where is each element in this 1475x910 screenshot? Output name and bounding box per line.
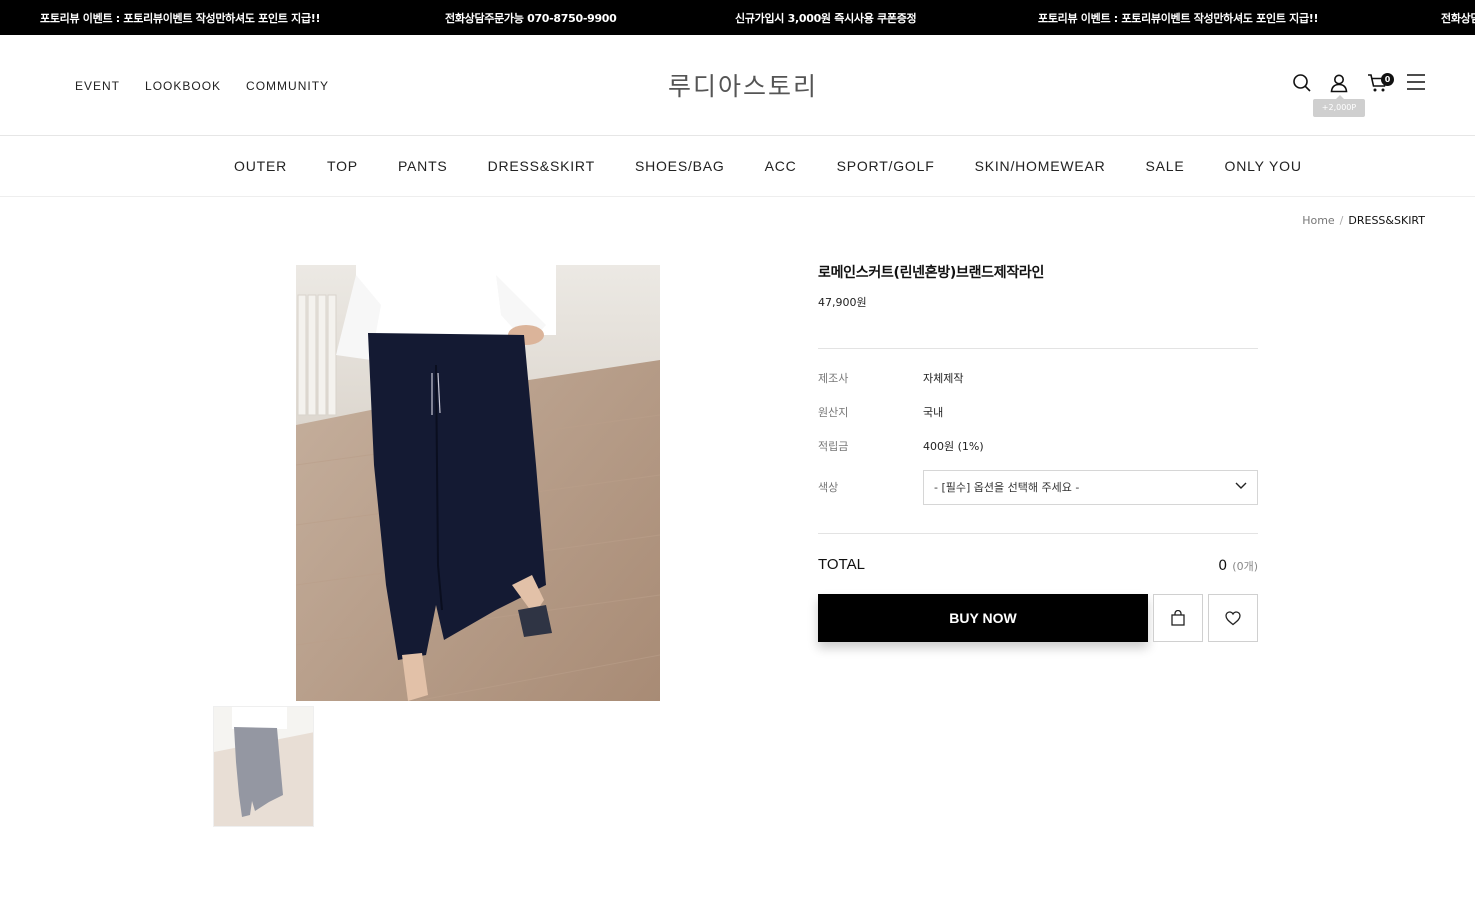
spec-label: 원산지 [818, 406, 849, 419]
nav-item-pants[interactable]: PANTS [398, 158, 448, 174]
divider [818, 348, 1258, 349]
total-label: TOTAL [818, 555, 865, 573]
spec-value: 400원 (1%) [923, 440, 984, 453]
breadcrumb-separator: / [1339, 214, 1344, 227]
spec-value: 자체제작 [923, 372, 964, 385]
menu-icon[interactable] [1406, 73, 1426, 91]
total-count: (0개) [1232, 559, 1258, 573]
nav-item-shoes-bag[interactable]: SHOES/BAG [635, 158, 725, 174]
user-icon[interactable] [1329, 73, 1349, 93]
announcement-item[interactable]: 전화상담주문가능 070-8750-9900 [445, 10, 617, 26]
wishlist-button[interactable] [1208, 594, 1258, 642]
nav-item-acc[interactable]: ACC [765, 158, 797, 174]
spec-label: 제조사 [818, 372, 849, 385]
product-info: 로메인스커트(린넨혼방)브랜드제작라인 47,900원 제조사 자체제작 원산지… [818, 262, 1258, 642]
category-nav: OUTER TOP PANTS DRESS&SKIRT SHOES/BAG AC… [0, 136, 1475, 197]
nav-item-only-you[interactable]: ONLY YOU [1225, 158, 1302, 174]
add-to-cart-button[interactable] [1153, 594, 1203, 642]
announcement-item[interactable]: 전화상담 [1441, 10, 1475, 26]
nav-item-dress-skirt[interactable]: DRESS&SKIRT [488, 158, 595, 174]
nav-item-outer[interactable]: OUTER [234, 158, 287, 174]
announcement-item[interactable]: 신규가입시 3,000원 즉시사용 쿠폰증정 [735, 10, 917, 26]
nav-item-top[interactable]: TOP [327, 158, 358, 174]
spec-value: 국내 [923, 406, 944, 419]
breadcrumb: Home / DRESS&SKIRT [1302, 214, 1425, 227]
announcement-item[interactable]: 포토리뷰 이벤트 : 포토리뷰이벤트 작성만하셔도 포인트 지급!! [40, 10, 321, 26]
top-link-community[interactable]: COMMUNITY [246, 79, 329, 93]
product-name: 로메인스커트(린넨혼방)브랜드제작라인 [818, 265, 1045, 281]
breadcrumb-home[interactable]: Home [1302, 214, 1334, 227]
product-thumbnail[interactable] [213, 706, 314, 827]
breadcrumb-current[interactable]: DRESS&SKIRT [1348, 214, 1425, 227]
nav-item-sport-golf[interactable]: SPORT/GOLF [837, 158, 935, 174]
spec-row-manufacturer: 제조사 자체제작 [818, 361, 1258, 395]
color-option-select[interactable]: - [필수] 옵션을 선택해 주세요 - [923, 469, 1258, 505]
product-main-image[interactable] [296, 265, 660, 701]
site-logo[interactable]: 루디아스토리 [668, 67, 818, 103]
heart-icon [1225, 610, 1241, 625]
search-icon[interactable] [1292, 73, 1312, 93]
top-link-lookbook[interactable]: LOOKBOOK [145, 79, 221, 93]
nav-item-skin-homewear[interactable]: SKIN/HOMEWEAR [975, 158, 1106, 174]
top-links: EVENT LOOKBOOK COMMUNITY [75, 79, 329, 93]
cart-count-badge: 0 [1381, 73, 1394, 86]
shopping-bag-icon [1171, 610, 1185, 626]
product-price: 47,900원 [818, 296, 867, 309]
option-label: 색상 [818, 481, 839, 494]
chevron-down-icon [1235, 482, 1247, 489]
total-amount: 0 [1218, 557, 1228, 574]
buy-now-button[interactable]: BUY NOW [818, 594, 1148, 642]
nav-item-sale[interactable]: SALE [1146, 158, 1185, 174]
spec-row-origin: 원산지 국내 [818, 395, 1258, 429]
site-header: EVENT LOOKBOOK COMMUNITY 루디아스토리 0 +2,000… [0, 35, 1475, 136]
total-row: TOTAL 0 (0개) [818, 534, 1258, 594]
point-badge: +2,000P [1313, 95, 1365, 117]
spec-label: 적립금 [818, 440, 849, 453]
announcement-bar: 포토리뷰 이벤트 : 포토리뷰이벤트 작성만하셔도 포인트 지급!! 전화상담주… [0, 0, 1475, 35]
spec-row-points: 적립금 400원 (1%) [818, 429, 1258, 463]
option-row-color: 색상 - [필수] 옵션을 선택해 주세요 - [818, 469, 1258, 505]
spec-list: 제조사 자체제작 원산지 국내 적립금 400원 (1%) [818, 361, 1258, 463]
action-buttons: BUY NOW [818, 594, 1258, 642]
top-link-event[interactable]: EVENT [75, 79, 120, 93]
option-selected-value: - [필수] 옵션을 선택해 주세요 - [934, 480, 1080, 494]
announcement-item[interactable]: 포토리뷰 이벤트 : 포토리뷰이벤트 작성만하셔도 포인트 지급!! [1038, 10, 1319, 26]
